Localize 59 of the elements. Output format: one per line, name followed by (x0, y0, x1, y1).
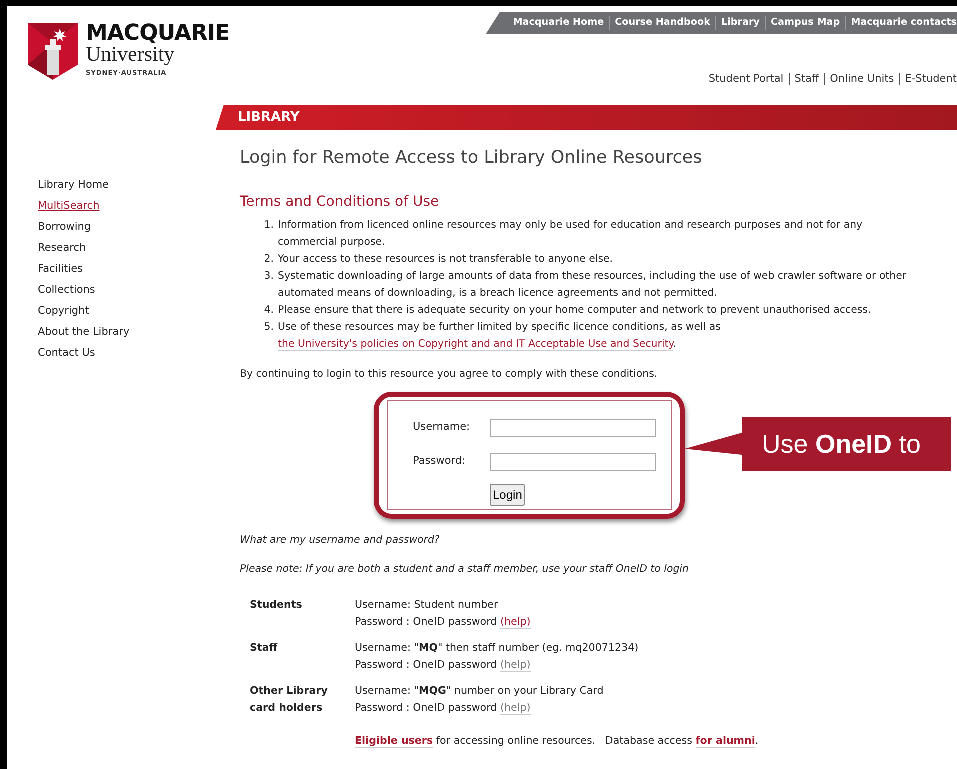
help-link[interactable]: (help) (500, 702, 531, 716)
field-label: Username: (413, 420, 472, 436)
account-detail: Password : OneID password (help) (355, 658, 532, 674)
sidebar-link[interactable]: Copyright (38, 301, 240, 322)
section-heading: Terms and Conditions of Use (240, 194, 440, 211)
sidebar-link[interactable]: Facilities (38, 259, 240, 280)
account-detail: Password : OneID password (help) (355, 701, 532, 718)
footer-link[interactable]: Eligible users (355, 734, 434, 748)
section-banner: LIBRARY (216, 105, 957, 130)
top-link[interactable]: Macquarie contacts (845, 16, 957, 30)
input-field[interactable] (490, 452, 656, 471)
help-link[interactable]: (help) (500, 659, 531, 672)
shield-logo-icon (28, 23, 78, 80)
portal-link[interactable]: Online Units (824, 73, 900, 85)
list-number: 3. (263, 270, 274, 284)
sidebar-link[interactable]: Library Home (38, 175, 240, 196)
sidebar-link[interactable]: About the Library (38, 322, 240, 343)
field-label: Password: (413, 454, 467, 469)
term-text: Use of these resources may be further limited by specific licence conditions, as well as the University's policies on Copyright and and IT Acceptable Use and Security. (278, 320, 722, 353)
agreement-text: By continuing to login to this resource you agree to comply with these conditions. (240, 368, 659, 382)
footer-text: Eligible users for accessing online resources. Database access for alumni. (355, 734, 760, 750)
account-detail: Password : OneID password (help) (355, 615, 532, 632)
account-detail: Username: "MQG" number on your Library Card (355, 684, 605, 699)
account-type: Staff (250, 640, 279, 656)
page-title: Login for Remote Access to Library Online Resources (240, 148, 704, 169)
top-link[interactable]: Macquarie Home (508, 16, 610, 30)
account-type: Students (250, 598, 304, 613)
sidebar-link[interactable]: MultiSearch (38, 196, 240, 217)
term-text: Your access to these resources is not transferable to anyone else. (278, 252, 614, 267)
policy-link[interactable]: the University's policies on Copyright and and IT Acceptable Use and Security (278, 338, 674, 351)
term-text: Please ensure that there is adequate security on your home computer and network to prevent unauthorised access. (278, 304, 872, 318)
term-text: Systematic downloading of large amounts of data from these resources, including the use of web crawler software or other automated means of downloading, is a breach licence agreements and not permitted. (278, 270, 908, 301)
account-detail: Username: "MQ" then staff number (eg. mq20071234) (355, 640, 640, 656)
account-detail: Username: Student number (355, 598, 500, 613)
list-number: 4. (263, 304, 274, 318)
sidebar-link[interactable]: Research (38, 238, 240, 259)
sidebar-link[interactable]: Collections (38, 280, 240, 301)
top-link[interactable]: Course Handbook (609, 16, 716, 30)
callout: Use OneID to (742, 417, 951, 471)
sidebar-link[interactable]: Borrowing (38, 217, 240, 238)
account-type: Other Library card holders (250, 684, 329, 716)
logo-name: MACQUARIE (86, 23, 230, 45)
logo-subtitle: University (86, 45, 175, 63)
term-text: Information from licenced online resources may only be used for education and research purposes and not for any commercial purpose. (278, 218, 864, 250)
input-field[interactable] (490, 419, 656, 438)
portal-link[interactable]: Staff (788, 73, 824, 85)
list-number: 5. (263, 320, 274, 335)
list-number: 2. (263, 252, 274, 267)
portal-link[interactable]: E-Student (899, 73, 957, 85)
help-link[interactable]: (help) (500, 616, 531, 630)
list-number: 1. (263, 218, 274, 233)
top-link[interactable]: Campus Map (764, 16, 846, 30)
help-question: What are my username and password? (240, 534, 441, 548)
login-button[interactable]: Login (490, 484, 526, 506)
portal-link[interactable]: Student Portal (704, 73, 789, 85)
note-text: Please note: If you are both a student and a staff member, use your staff OneID to login (240, 563, 690, 578)
sidebar-link[interactable]: Contact Us (38, 343, 240, 364)
top-link[interactable]: Library (715, 16, 765, 30)
footer-link[interactable]: for alumni (696, 734, 756, 748)
